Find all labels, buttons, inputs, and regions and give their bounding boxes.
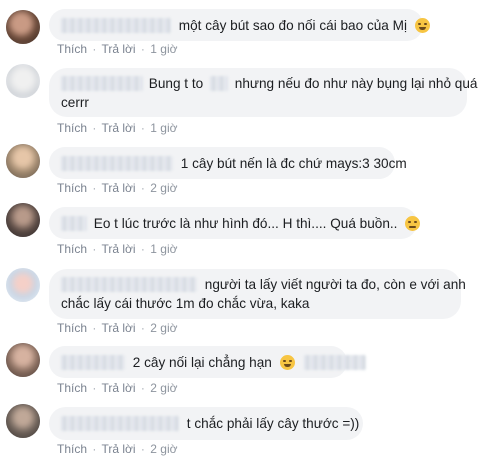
comment-timestamp[interactable]: 2 giờ — [150, 442, 177, 456]
avatar[interactable] — [6, 203, 40, 237]
comment-actions: Thích · Trả lời · 2 giờ — [57, 381, 177, 395]
avatar[interactable] — [6, 268, 40, 302]
separator: · — [92, 42, 97, 56]
avatar[interactable] — [6, 343, 40, 377]
reply-button[interactable]: Trả lời — [101, 321, 135, 335]
avatar[interactable] — [6, 64, 40, 98]
comment-bubble: t chắc phải lấy cây thước =)) — [49, 407, 363, 440]
separator: · — [92, 242, 97, 256]
separator: · — [92, 381, 97, 395]
comment-bubble: một cây bút sao đo nối cái bao của Mị — [49, 9, 430, 41]
comment-timestamp[interactable]: 2 giờ — [150, 321, 177, 335]
comment-bubble: 2 cây nối lại chẳng hạn — [49, 346, 367, 378]
separator: · — [140, 321, 145, 335]
comment-actions: Thích · Trả lời · 2 giờ — [57, 442, 177, 456]
comment-bubble: 1 cây bút nến là đc chứ mays:3 30cm — [49, 147, 407, 179]
separator: · — [92, 181, 97, 195]
redacted-name — [61, 355, 125, 370]
separator: · — [140, 42, 145, 56]
grinning-squinting-face-emoji — [279, 355, 295, 370]
redacted-text — [304, 355, 367, 370]
comment-timestamp[interactable]: 1 giờ — [150, 242, 177, 256]
avatar[interactable] — [6, 10, 40, 44]
comment-bubble: người ta lấy viết người ta đo, còn e với… — [49, 269, 466, 319]
comment-timestamp[interactable]: 1 giờ — [150, 121, 177, 135]
pensive-face-emoji — [405, 216, 421, 231]
redacted-text — [209, 76, 228, 91]
reply-button[interactable]: Trả lời — [101, 181, 135, 195]
comment-text: chắc lấy cái thước 1m đo chắc vừa, kaka — [61, 296, 310, 311]
reply-button[interactable]: Trả lời — [101, 442, 135, 456]
like-button[interactable]: Thích — [57, 42, 87, 56]
reply-button[interactable]: Trả lời — [101, 121, 135, 135]
separator: · — [140, 242, 145, 256]
comment-timestamp[interactable]: 1 giờ — [150, 42, 177, 56]
like-button[interactable]: Thích — [57, 242, 87, 256]
comment-actions: Thích · Trả lời · 2 giờ — [57, 181, 177, 195]
separator: · — [92, 442, 97, 456]
comment-text: 1 cây bút nến là đc chứ mays:3 30cm — [180, 156, 407, 171]
comment-bubble: Bung t to nhưng nếu đo như này bụng lại … — [49, 68, 477, 117]
separator: · — [92, 321, 97, 335]
comment-actions: Thích · Trả lời · 2 giờ — [57, 321, 177, 335]
comment-timestamp[interactable]: 2 giờ — [150, 181, 177, 195]
comment-timestamp[interactable]: 2 giờ — [150, 381, 177, 395]
like-button[interactable]: Thích — [57, 121, 87, 135]
redacted-name — [61, 156, 173, 171]
avatar[interactable] — [6, 144, 40, 178]
comment-text: nhưng nếu đo như này bụng lại nhỏ quá — [234, 76, 478, 91]
comment-text: một cây bút sao đo nối cái bao của Mị — [178, 18, 407, 33]
redacted-name — [61, 76, 143, 91]
separator: · — [140, 381, 145, 395]
separator: · — [140, 442, 145, 456]
comment-text: người ta lấy viết người ta đo, còn e với… — [204, 277, 466, 292]
comment-actions: Thích · Trả lời · 1 giờ — [57, 42, 177, 56]
reply-button[interactable]: Trả lời — [101, 381, 135, 395]
separator: · — [140, 121, 145, 135]
avatar[interactable] — [6, 404, 40, 438]
redacted-name — [61, 277, 197, 292]
redacted-name — [61, 416, 179, 431]
like-button[interactable]: Thích — [57, 321, 87, 335]
comment-actions: Thích · Trả lời · 1 giờ — [57, 242, 177, 256]
like-button[interactable]: Thích — [57, 442, 87, 456]
separator: · — [140, 181, 145, 195]
redacted-name — [61, 216, 87, 231]
like-button[interactable]: Thích — [57, 381, 87, 395]
separator: · — [92, 121, 97, 135]
comment-text: Eo t lúc trước là như hình đó... H thì..… — [93, 216, 398, 231]
comment-text: 2 cây nối lại chẳng hạn — [132, 355, 272, 370]
comment-text: cerrr — [61, 95, 89, 110]
rolling-on-floor-laughing-emoji — [414, 18, 430, 33]
comment-thread: một cây bút sao đo nối cái bao của Mị Th… — [0, 0, 496, 457]
comment-actions: Thích · Trả lời · 1 giờ — [57, 121, 177, 135]
comment-text: t chắc phải lấy cây thước =)) — [186, 416, 360, 431]
reply-button[interactable]: Trả lời — [101, 242, 135, 256]
like-button[interactable]: Thích — [57, 181, 87, 195]
redacted-name — [61, 18, 171, 33]
comment-text: Bung t to — [148, 76, 204, 91]
comment-bubble: Eo t lúc trước là như hình đó... H thì..… — [49, 207, 421, 239]
reply-button[interactable]: Trả lời — [101, 42, 135, 56]
